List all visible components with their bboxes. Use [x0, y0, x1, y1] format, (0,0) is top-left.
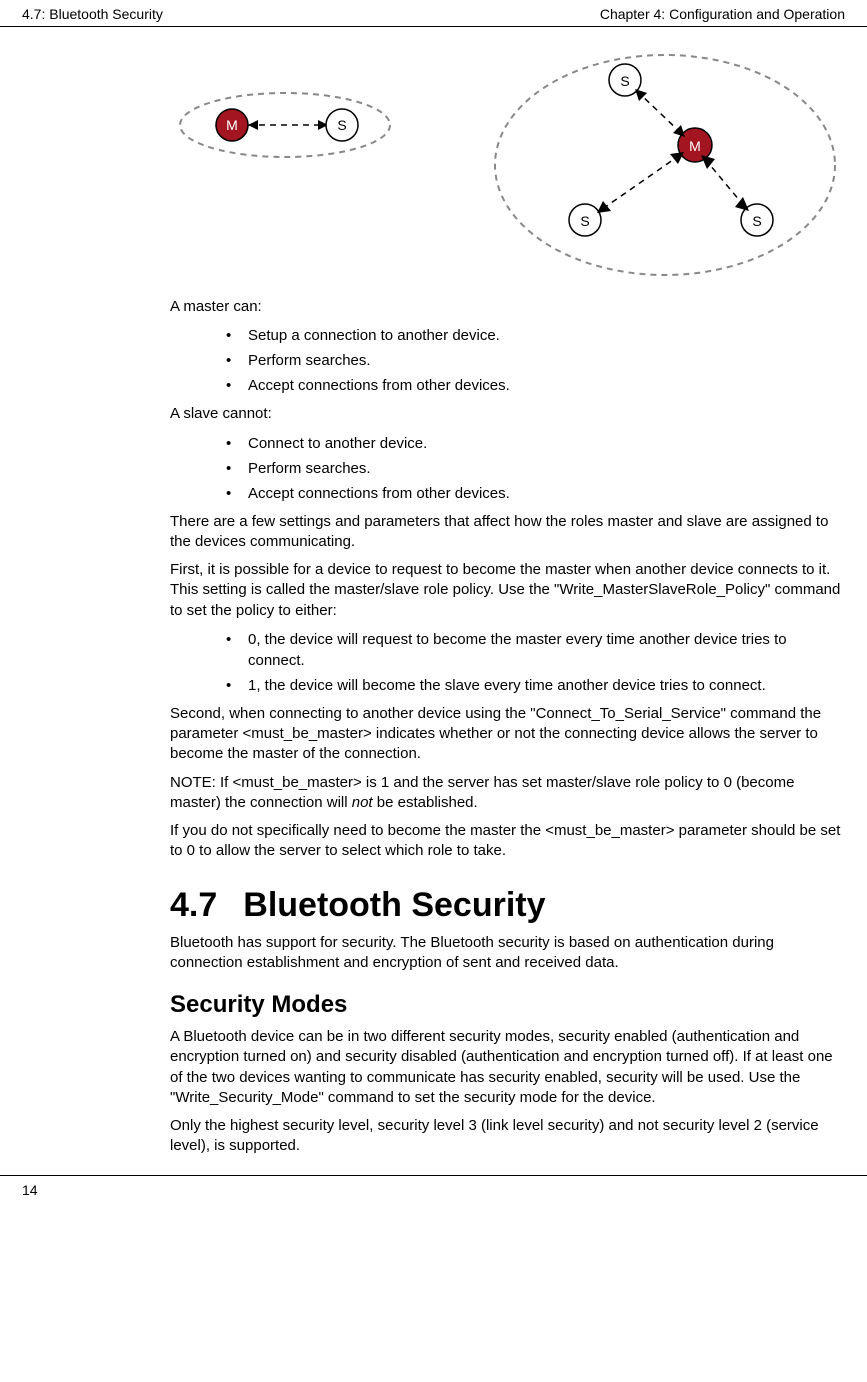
policy-list: 0, the device will request to become the…: [170, 629, 845, 696]
slave-node-label: S: [580, 213, 589, 229]
paragraph: There are a few settings and parameters …: [170, 512, 845, 553]
page-header: 4.7: Bluetooth Security Chapter 4: Confi…: [0, 0, 867, 27]
list-item: Perform searches.: [226, 458, 845, 479]
slave-cannot-list: Connect to another device. Perform searc…: [170, 433, 845, 504]
diagram-row: M S M S S: [170, 45, 845, 285]
note-em: not: [352, 794, 373, 811]
section-heading: 4.7 Bluetooth Security: [170, 886, 845, 925]
note-paragraph: NOTE: If <must_be_master> is 1 and the s…: [170, 773, 845, 814]
list-item: Accept connections from other devices.: [226, 483, 845, 504]
master-node-label: M: [689, 138, 701, 154]
list-item: Connect to another device.: [226, 433, 845, 454]
paragraph: If you do not specifically need to becom…: [170, 821, 845, 862]
note-text-b: be established.: [373, 794, 478, 811]
paragraph: First, it is possible for a device to re…: [170, 560, 845, 621]
list-item: Perform searches.: [226, 350, 845, 371]
header-left: 4.7: Bluetooth Security: [22, 6, 163, 22]
page-content: M S M S S: [0, 27, 867, 1175]
slave-node-label: S: [337, 117, 346, 133]
piconet-multi-diagram: M S S S: [485, 45, 845, 285]
section-number: 4.7: [170, 886, 217, 924]
paragraph: A master can:: [170, 297, 845, 317]
list-item: 1, the device will become the slave ever…: [226, 675, 845, 696]
paragraph: A slave cannot:: [170, 404, 845, 424]
page-footer: 14: [0, 1175, 867, 1204]
list-item: Setup a connection to another device.: [226, 325, 845, 346]
section-title: Bluetooth Security: [243, 886, 545, 924]
page: 4.7: Bluetooth Security Chapter 4: Confi…: [0, 0, 867, 1204]
paragraph: Bluetooth has support for security. The …: [170, 933, 845, 974]
slave-node-label: S: [752, 213, 761, 229]
page-number: 14: [22, 1182, 38, 1198]
list-item: Accept connections from other devices.: [226, 375, 845, 396]
paragraph: Second, when connecting to another devic…: [170, 704, 845, 765]
list-item: 0, the device will request to become the…: [226, 629, 845, 671]
paragraph: A Bluetooth device can be in two differe…: [170, 1027, 845, 1108]
slave-node-label: S: [620, 73, 629, 89]
piconet-simple-diagram: M S: [170, 85, 400, 165]
note-text-a: NOTE: If <must_be_master> is 1 and the s…: [170, 774, 794, 811]
master-node-label: M: [226, 117, 238, 133]
header-right: Chapter 4: Configuration and Operation: [600, 6, 845, 22]
master-can-list: Setup a connection to another device. Pe…: [170, 325, 845, 396]
subsection-heading: Security Modes: [170, 991, 845, 1019]
paragraph: Only the highest security level, securit…: [170, 1116, 845, 1157]
